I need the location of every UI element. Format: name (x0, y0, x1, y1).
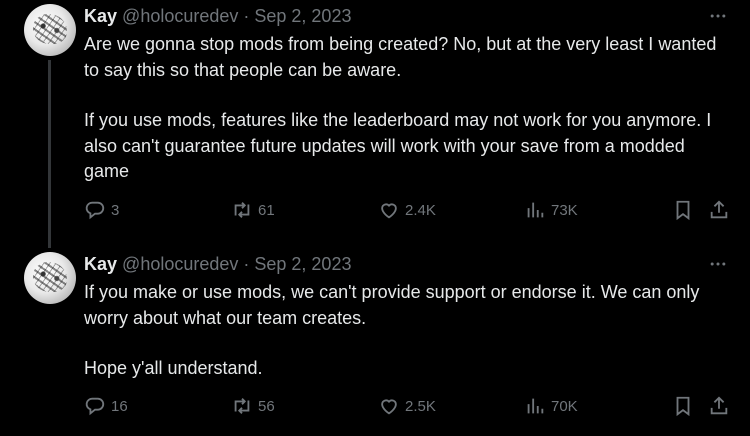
bookmark-icon (676, 200, 690, 221)
repost-button[interactable]: 61 (231, 198, 275, 222)
like-button[interactable]: 2.4K (378, 198, 436, 222)
tweet[interactable]: Kay @holocuredev · Sep 2, 2023 If you ma… (0, 248, 750, 436)
heart-icon (381, 203, 397, 219)
like-button[interactable]: 2.5K (378, 394, 436, 418)
tweet-text: Are we gonna stop mods from being create… (84, 32, 724, 185)
handle-and-date[interactable]: @holocuredev · Sep 2, 2023 (122, 6, 351, 26)
reply-button[interactable]: 16 (84, 394, 128, 418)
reply-icon (85, 201, 105, 220)
bookmark-button[interactable] (672, 394, 694, 418)
reply-button[interactable]: 3 (84, 198, 119, 222)
repost-count: 56 (258, 397, 275, 415)
reply-icon (85, 397, 105, 416)
views-icon (527, 202, 544, 218)
bookmark-icon (676, 396, 690, 417)
tweet-text: If you make or use mods, we can't provid… (84, 280, 724, 382)
views-button[interactable]: 73K (524, 198, 578, 222)
views-count: 70K (551, 397, 578, 415)
share-button[interactable] (708, 198, 730, 222)
tweet-paragraph: Are we gonna stop mods from being create… (84, 34, 717, 80)
avatar[interactable] (24, 4, 76, 56)
share-icon (710, 396, 728, 415)
repost-button[interactable]: 56 (231, 394, 275, 418)
tweet-header: Kay @holocuredev · Sep 2, 2023 (84, 253, 351, 275)
views-button[interactable]: 70K (524, 394, 578, 418)
heart-icon (381, 399, 397, 415)
like-count: 2.5K (405, 397, 436, 415)
tweet-header: Kay @holocuredev · Sep 2, 2023 (84, 5, 351, 27)
more-icon[interactable] (708, 6, 728, 26)
bookmark-button[interactable] (672, 198, 694, 222)
share-button[interactable] (708, 394, 730, 418)
thread-line (48, 60, 51, 248)
action-bar: 16 56 2.5K 70K (84, 394, 734, 418)
tweet-paragraph: Hope y'all understand. (84, 358, 263, 378)
views-count: 73K (551, 201, 578, 219)
handle-and-date[interactable]: @holocuredev · Sep 2, 2023 (122, 254, 351, 274)
repost-icon (234, 398, 250, 414)
action-bar: 3 61 2.4K 73K (84, 198, 734, 222)
like-count: 2.4K (405, 201, 436, 219)
tweet-paragraph: If you make or use mods, we can't provid… (84, 282, 700, 328)
repost-count: 61 (258, 201, 275, 219)
avatar[interactable] (24, 252, 76, 304)
reply-count: 3 (111, 201, 120, 219)
repost-icon (234, 202, 250, 218)
more-icon[interactable] (708, 254, 728, 274)
tweet[interactable]: Kay @holocuredev · Sep 2, 2023 Are we go… (0, 0, 750, 248)
reply-count: 16 (111, 397, 128, 415)
share-icon (710, 200, 728, 219)
author-name[interactable]: Kay (84, 6, 117, 26)
views-icon (527, 398, 544, 414)
tweet-paragraph: If you use mods, features like the leade… (84, 110, 712, 181)
author-name[interactable]: Kay (84, 254, 117, 274)
